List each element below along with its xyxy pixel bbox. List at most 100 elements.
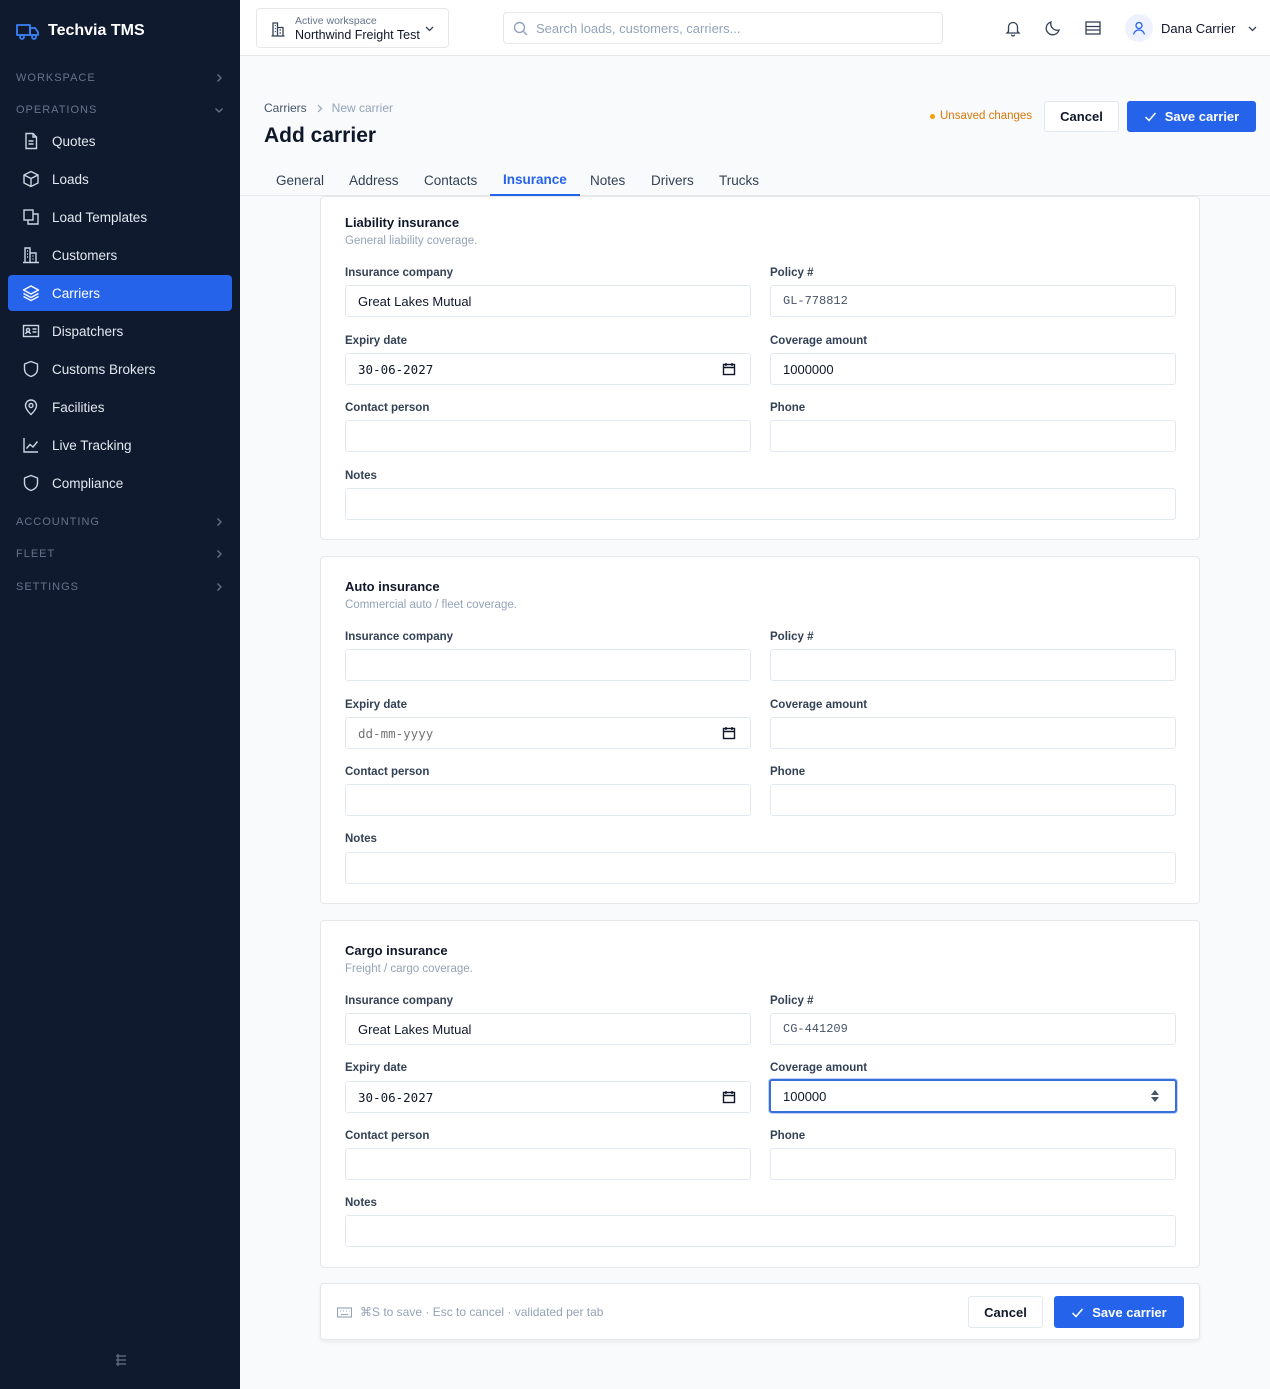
sidebar-section-operations[interactable]: OPERATIONS <box>16 100 224 120</box>
tab-contacts[interactable]: Contacts <box>411 164 490 196</box>
field-label: Coverage amount <box>770 335 868 347</box>
tab-trucks[interactable]: Trucks <box>706 164 772 196</box>
moon-icon[interactable] <box>1044 19 1062 37</box>
chevron-right-icon <box>217 518 222 526</box>
global-search[interactable] <box>503 12 943 44</box>
section-label: WORKSPACE <box>16 72 96 84</box>
card-title: Auto insurance <box>345 579 440 594</box>
field-label: Expiry date <box>345 699 407 711</box>
auto-company-field[interactable] <box>345 649 751 681</box>
calendar-icon[interactable] <box>722 1090 736 1104</box>
field-label: Phone <box>770 766 806 778</box>
number-stepper-icon[interactable] <box>1150 1088 1160 1104</box>
auto-coverage-field[interactable] <box>770 717 1176 749</box>
auto-notes-field[interactable] <box>345 852 1176 884</box>
tab-address[interactable]: Address <box>336 164 412 196</box>
tab-notes[interactable]: Notes <box>577 164 638 196</box>
auto-expiry-field[interactable] <box>345 717 751 749</box>
liability-notes-field[interactable] <box>345 488 1176 520</box>
tab-insurance[interactable]: Insurance <box>490 164 580 196</box>
cargo-phone-field[interactable] <box>770 1148 1176 1180</box>
auto-phone-field[interactable] <box>770 784 1176 816</box>
chevron-down-icon <box>1248 26 1257 31</box>
unsaved-indicator: Unsaved changes <box>930 110 1032 122</box>
sidebar-item-label: Quotes <box>52 133 96 149</box>
sidebar-item-compliance[interactable]: Compliance <box>8 465 232 501</box>
truck-logo-icon <box>16 24 39 40</box>
field-label: Expiry date <box>345 1062 407 1074</box>
sidebar-section-accounting[interactable]: ACCOUNTING <box>16 512 224 532</box>
sidebar-item-carriers[interactable]: Carriers <box>8 275 232 311</box>
sidebar-item-dispatchers[interactable]: Dispatchers <box>8 313 232 349</box>
breadcrumb-current: New carrier <box>331 101 394 115</box>
building-icon <box>23 247 39 264</box>
unsaved-label: Unsaved changes <box>940 110 1033 122</box>
cargo-expiry-field[interactable] <box>345 1081 751 1113</box>
footer-save-carrier-button[interactable]: Save carrier <box>1054 1296 1184 1328</box>
liability-coverage-field[interactable] <box>770 353 1176 385</box>
sidebar-item-label: Loads <box>52 171 89 187</box>
layout-icon[interactable] <box>1084 19 1102 37</box>
field-label: Insurance company <box>345 631 454 643</box>
liability-expiry-field[interactable] <box>345 353 751 385</box>
sidebar-section-settings[interactable]: SETTINGS <box>16 577 224 597</box>
field-label: Notes <box>345 1197 377 1209</box>
liability-phone-field[interactable] <box>770 420 1176 452</box>
cargo-company-field[interactable] <box>345 1013 751 1045</box>
topbar: Active workspace Northwind Freight Test … <box>240 0 1270 56</box>
chevron-right-icon <box>217 583 222 591</box>
collapse-sidebar-icon[interactable] <box>114 1353 128 1367</box>
check-icon <box>1144 112 1156 122</box>
user-menu[interactable]: Dana Carrier <box>1125 14 1258 42</box>
sidebar-item-quotes[interactable]: Quotes <box>8 123 232 159</box>
calendar-icon[interactable] <box>722 726 736 740</box>
sidebar-item-customers[interactable]: Customers <box>8 237 232 273</box>
auto-policy-field[interactable] <box>770 649 1176 681</box>
keyboard-hint-text: ⌘S to save · Esc to cancel · validated p… <box>360 1305 604 1319</box>
auto-contact-field[interactable] <box>345 784 751 816</box>
sidebar-section-fleet[interactable]: FLEET <box>16 544 224 564</box>
breadcrumb-carriers[interactable]: Carriers <box>264 101 307 115</box>
save-carrier-button[interactable]: Save carrier <box>1127 101 1256 132</box>
footer-cancel-button[interactable]: Cancel <box>968 1296 1043 1328</box>
liability-contact-field[interactable] <box>345 420 751 452</box>
card-subtitle: General liability coverage. <box>345 235 478 247</box>
shield-icon <box>23 474 39 492</box>
field-label: Contact person <box>345 1130 430 1142</box>
form-footer: ⌘S to save · Esc to cancel · validated p… <box>320 1283 1200 1340</box>
cargo-notes-field[interactable] <box>345 1215 1176 1247</box>
sidebar-section-workspace[interactable]: WORKSPACE <box>16 68 224 88</box>
user-name: Dana Carrier <box>1161 20 1236 36</box>
sidebar-item-label: Compliance <box>52 475 124 491</box>
liability-company-field[interactable] <box>345 285 751 317</box>
chevron-right-icon <box>217 550 222 558</box>
box-icon <box>23 170 39 188</box>
brand[interactable]: Techvia TMS <box>16 20 145 42</box>
tab-bar: General Address Contacts Insurance Notes… <box>240 164 1270 196</box>
user-icon <box>1132 21 1146 35</box>
field-label: Phone <box>770 402 806 414</box>
workspace-switcher[interactable]: Active workspace Northwind Freight Test <box>256 8 449 48</box>
cargo-policy-field[interactable] <box>770 1013 1176 1045</box>
card-title: Liability insurance <box>345 215 460 230</box>
liability-policy-field[interactable] <box>770 285 1176 317</box>
field-label: Expiry date <box>345 335 407 347</box>
field-label: Phone <box>770 1130 806 1142</box>
sidebar-item-facilities[interactable]: Facilities <box>8 389 232 425</box>
tab-general[interactable]: General <box>263 164 337 196</box>
chevron-down-icon <box>215 108 223 113</box>
tab-drivers[interactable]: Drivers <box>638 164 707 196</box>
calendar-icon[interactable] <box>722 362 736 376</box>
cargo-coverage-field[interactable] <box>769 1079 1177 1113</box>
sidebar-item-loads[interactable]: Loads <box>8 161 232 197</box>
breadcrumb: Carriers New carrier <box>264 101 393 115</box>
sidebar-item-label: Customers <box>52 247 118 263</box>
bell-icon[interactable] <box>1004 19 1022 37</box>
sidebar-item-load-templates[interactable]: Load Templates <box>8 199 232 235</box>
sidebar-item-customs-brokers[interactable]: Customs Brokers <box>8 351 232 387</box>
cargo-contact-field[interactable] <box>345 1148 751 1180</box>
search-input[interactable] <box>536 13 936 43</box>
sidebar-item-live-tracking[interactable]: Live Tracking <box>8 427 232 463</box>
cancel-button[interactable]: Cancel <box>1044 101 1119 132</box>
card-title: Cargo insurance <box>345 943 448 958</box>
